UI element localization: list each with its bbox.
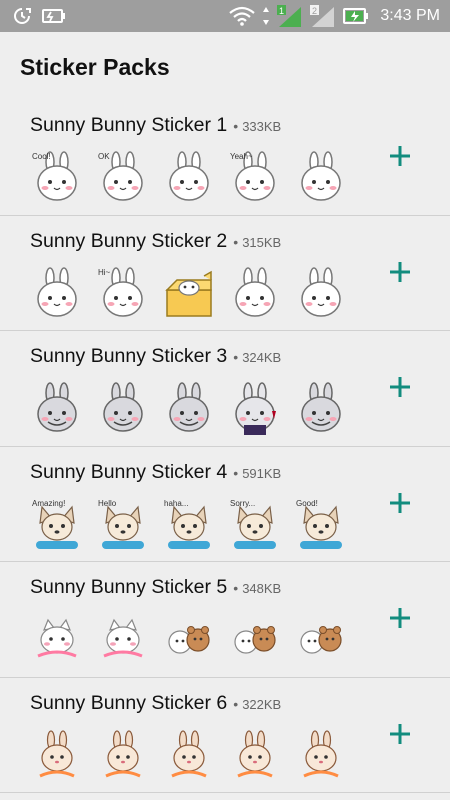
sticker-preview-row	[30, 612, 348, 666]
sticker-pack-list: Sunny Bunny Sticker 1 • 333KB Cool! OK Y…	[0, 100, 450, 793]
add-pack-button[interactable]	[384, 487, 416, 519]
pack-header: Sunny Bunny Sticker 1 • 333KB	[30, 114, 281, 137]
sticker-thumbnail	[235, 382, 276, 435]
sticker-thumbnail	[301, 382, 341, 432]
sticker-thumbnail: OK	[98, 151, 143, 201]
sticker-caption: Yeah~	[230, 152, 253, 161]
clock: 3:43 PM	[380, 7, 440, 24]
pack-separator: •	[233, 464, 239, 481]
pack-name: Sunny Bunny Sticker 3	[30, 345, 228, 367]
pack-size: 315KB	[242, 234, 282, 250]
sticker-pack-item[interactable]: Sunny Bunny Sticker 4 • 591KB Amazing! H…	[0, 447, 450, 562]
pack-header: Sunny Bunny Sticker 2 • 315KB	[30, 230, 281, 253]
pack-size: 591KB	[242, 465, 282, 481]
sticker-thumbnail	[237, 729, 273, 777]
sticker-caption: Hi~	[98, 268, 111, 277]
pack-name: Sunny Bunny Sticker 4	[30, 460, 228, 483]
pack-name: Sunny Bunny Sticker 6	[30, 691, 228, 714]
sticker-thumbnail	[171, 729, 207, 777]
pack-size: 322KB	[242, 696, 282, 712]
sticker-pack-item[interactable]: Sunny Bunny Sticker 5 • 348KB	[0, 562, 450, 678]
sticker-thumbnail	[169, 382, 209, 432]
sticker-thumbnail	[300, 626, 342, 654]
sticker-preview-row: Cool! OK Yeah~	[30, 150, 348, 204]
data-arrows-icon	[263, 7, 270, 25]
sticker-thumbnail: Sorry...	[230, 499, 276, 549]
sticker-caption: OK	[98, 152, 110, 161]
sticker-thumbnail	[169, 151, 209, 201]
status-bar: 1 2 3:43 PM	[0, 0, 450, 32]
pack-header: Sunny Bunny Sticker 5 • 348KB	[30, 576, 281, 599]
sticker-preview-row	[30, 728, 348, 782]
pack-header: Sunny Bunny Sticker 6 • 322KB	[30, 692, 281, 715]
sticker-pack-item[interactable]: Sunny Bunny Sticker 1 • 333KB Cool! OK Y…	[0, 100, 450, 216]
sticker-pack-item[interactable]: Sunny Bunny Sticker 2 • 315KB Hi~	[0, 216, 450, 331]
sticker-thumbnail: Hi~	[98, 266, 143, 317]
pack-name: Sunny Bunny Sticker 2	[30, 229, 228, 252]
pack-size: 333KB	[242, 119, 282, 134]
pack-name: Sunny Bunny Sticker 1	[30, 114, 228, 136]
add-pack-button[interactable]	[384, 602, 416, 634]
pack-header: Sunny Bunny Sticker 4 • 591KB	[30, 461, 281, 484]
pack-separator: •	[233, 695, 239, 712]
pack-separator: •	[233, 118, 239, 134]
sticker-caption: Hello	[98, 499, 117, 508]
pack-separator: •	[233, 580, 239, 596]
pack-header: Sunny Bunny Sticker 3 • 324KB	[30, 345, 281, 368]
sticker-caption: Sorry...	[230, 499, 255, 508]
sticker-thumbnail: Yeah~	[230, 151, 275, 201]
pack-name: Sunny Bunny Sticker 5	[30, 576, 228, 598]
pack-size: 348KB	[242, 581, 282, 596]
battery-charging-icon	[343, 8, 369, 24]
sticker-caption: haha...	[164, 499, 188, 508]
sticker-pack-item[interactable]: Sunny Bunny Sticker 3 • 324KB	[0, 331, 450, 447]
page-title: Sticker Packs	[20, 54, 170, 80]
sticker-thumbnail	[301, 266, 341, 317]
pack-size: 324KB	[242, 350, 282, 365]
sync-icon	[14, 8, 31, 24]
sticker-pack-item[interactable]: Sunny Bunny Sticker 6 • 322KB	[0, 678, 450, 793]
sticker-thumbnail: haha...	[164, 499, 210, 549]
sticker-thumbnail: Cool!	[32, 151, 77, 201]
sticker-caption: Cool!	[32, 152, 51, 161]
sticker-preview-row: Amazing! Hello haha... Sorry... Good!	[30, 497, 348, 551]
sticker-thumbnail	[39, 729, 75, 777]
sticker-thumbnail	[235, 266, 275, 317]
signal-sim1-icon: 1	[277, 5, 302, 27]
signal-sim2-icon: 2	[310, 5, 335, 27]
add-pack-button[interactable]	[384, 718, 416, 750]
sticker-thumbnail: Good!	[296, 499, 342, 549]
sticker-thumbnail	[234, 626, 276, 654]
sticker-thumbnail	[168, 626, 210, 654]
sticker-thumbnail	[303, 729, 339, 777]
sticker-thumbnail	[103, 382, 143, 432]
sticker-preview-row	[30, 381, 348, 435]
sticker-thumbnail	[37, 382, 77, 432]
svg-text:1: 1	[279, 6, 284, 16]
add-pack-button[interactable]	[384, 140, 416, 172]
sticker-thumbnail: Hello	[98, 499, 144, 549]
add-pack-button[interactable]	[384, 256, 416, 288]
add-pack-button[interactable]	[384, 371, 416, 403]
wifi-icon	[229, 6, 256, 26]
svg-text:2: 2	[312, 6, 317, 16]
sticker-thumbnail	[301, 151, 341, 201]
battery-saver-icon	[42, 9, 65, 23]
pack-separator: •	[233, 349, 239, 365]
sticker-thumbnail: Amazing!	[32, 499, 78, 549]
sticker-thumbnail	[165, 270, 212, 317]
sticker-thumbnail	[37, 266, 77, 317]
sticker-thumbnail	[105, 729, 141, 777]
app-header: Sticker Packs	[0, 32, 450, 100]
sticker-thumbnail	[37, 618, 77, 658]
sticker-thumbnail	[103, 618, 143, 658]
sticker-caption: Amazing!	[32, 499, 65, 508]
sticker-preview-row: Hi~	[30, 266, 348, 320]
sticker-caption: Good!	[296, 499, 318, 508]
pack-separator: •	[233, 233, 239, 250]
